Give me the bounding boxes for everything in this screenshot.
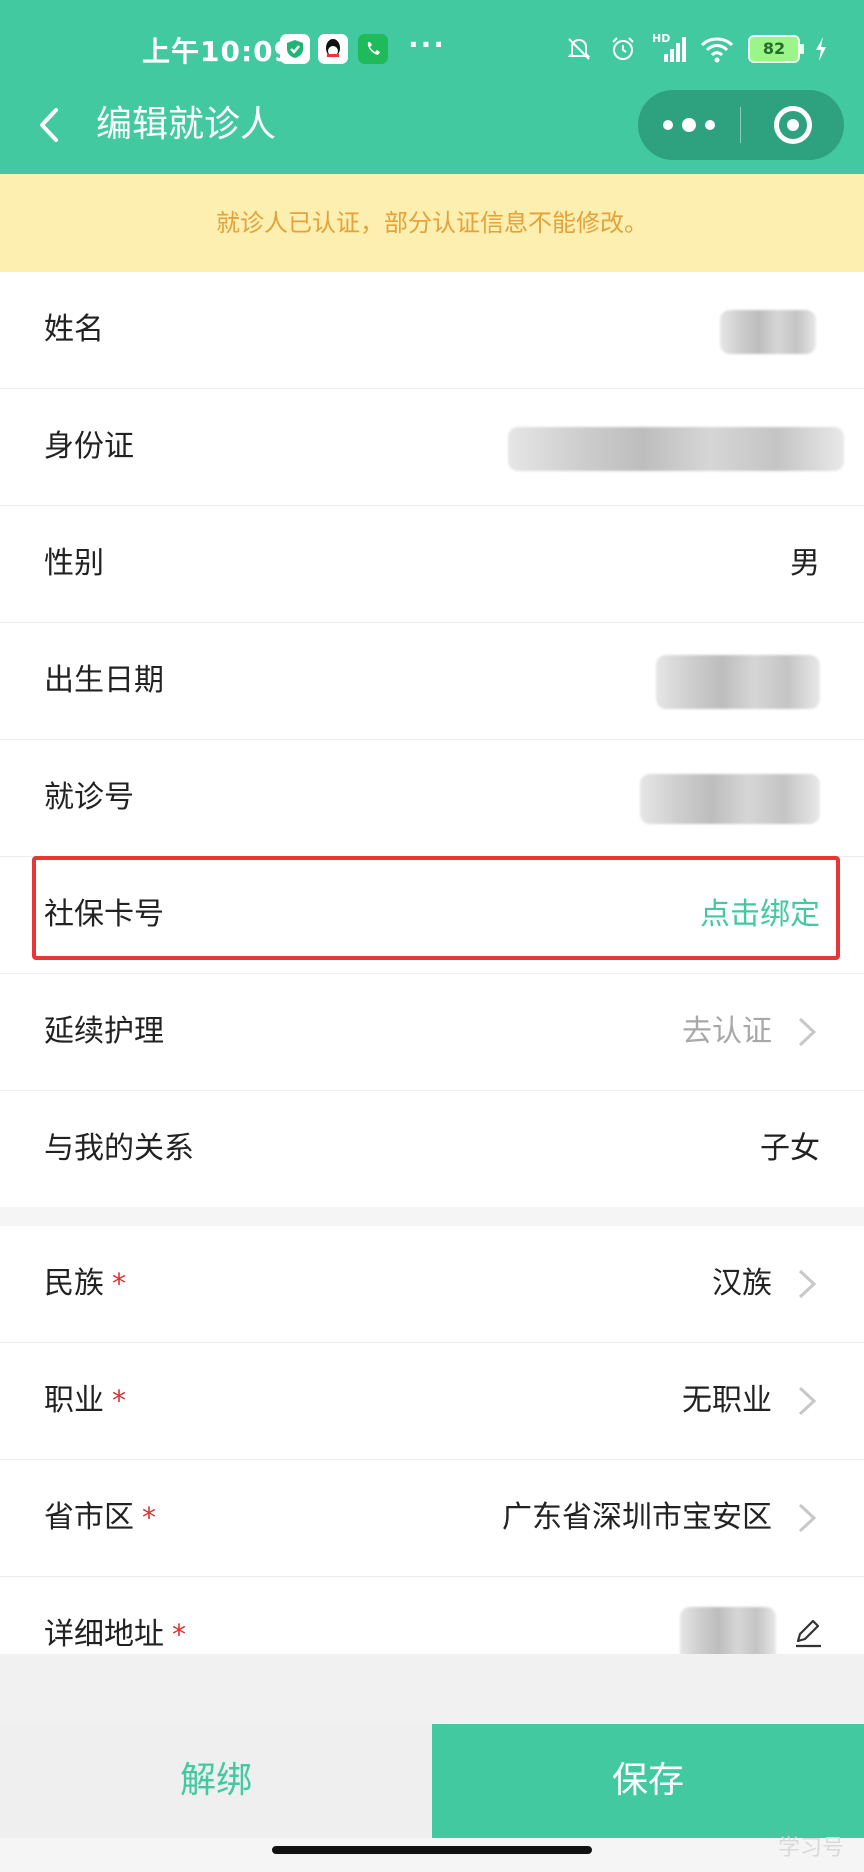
save-button[interactable]: 保存: [432, 1724, 864, 1838]
signal-icon: HD: [652, 32, 686, 64]
wifi-icon: [700, 37, 734, 63]
unbind-button[interactable]: 解绑: [0, 1724, 432, 1838]
field-label: 民族 *: [44, 1226, 126, 1342]
field-label: 省市区 *: [44, 1460, 156, 1576]
field-row-name: 姓名: [0, 272, 864, 389]
field-label-text: 详细地址: [44, 1617, 164, 1652]
field-row-birthdate: 出生日期: [0, 623, 864, 740]
field-value: 广东省深圳市宝安区: [502, 1500, 772, 1535]
close-miniprogram-button[interactable]: [741, 90, 844, 160]
field-row-region[interactable]: 省市区 * 广东省深圳市宝安区: [0, 1460, 864, 1577]
field-row-occupation[interactable]: 职业 * 无职业: [0, 1343, 864, 1460]
field-row-patient-number: 就诊号: [0, 740, 864, 857]
annotation-highlight-box: [32, 856, 840, 960]
field-row-id-card: 身份证: [0, 389, 864, 506]
mute-bell-icon: [567, 38, 591, 60]
field-label: 身份证: [44, 429, 134, 464]
chevron-right-icon: [798, 1386, 817, 1416]
battery-indicator: 82: [748, 35, 804, 63]
verify-link[interactable]: 去认证: [682, 974, 772, 1090]
field-value: 汉族: [712, 1266, 772, 1301]
field-row-address[interactable]: 详细地址 *: [0, 1577, 864, 1654]
required-mark: *: [172, 1618, 186, 1651]
field-label: 就诊号: [44, 780, 134, 815]
security-app-icon: [280, 34, 310, 64]
watermark-text: 学习号: [777, 1836, 844, 1861]
status-bar: 上午10:09 ··· HD 82: [0, 0, 864, 100]
field-value: 子女: [760, 1131, 820, 1166]
edit-pencil-icon[interactable]: [792, 1617, 824, 1649]
verified-notice: 就诊人已认证，部分认证信息不能修改。: [0, 174, 864, 272]
field-label-text: 民族: [44, 1266, 104, 1301]
charging-icon: [816, 37, 826, 61]
redacted-name-value: [720, 310, 816, 354]
page-title: 编辑就诊人: [96, 104, 277, 145]
redacted-id-value: [508, 427, 844, 471]
more-menu-button[interactable]: [638, 90, 740, 160]
back-arrow-icon[interactable]: [30, 100, 70, 150]
required-mark: *: [142, 1501, 156, 1534]
field-label: 与我的关系: [44, 1131, 194, 1166]
home-indicator[interactable]: [272, 1846, 592, 1854]
field-row-relationship: 与我的关系 子女: [0, 1091, 864, 1207]
field-label: 详细地址 *: [44, 1577, 186, 1654]
field-label: 姓名: [44, 312, 104, 347]
dot-icon: [682, 118, 696, 132]
field-row-continued-care[interactable]: 延续护理 去认证: [0, 974, 864, 1091]
dot-icon: [705, 120, 715, 130]
redacted-birthdate-value: [656, 655, 820, 709]
field-row-ethnicity[interactable]: 民族 * 汉族: [0, 1226, 864, 1343]
field-label-text: 省市区: [44, 1500, 134, 1535]
field-label: 职业 *: [44, 1343, 126, 1459]
redacted-patient-number-value: [640, 774, 820, 824]
footer-gap: [0, 1654, 864, 1724]
chevron-right-icon: [798, 1269, 817, 1299]
miniprogram-capsule: [638, 90, 844, 160]
basic-info-group: 姓名 身份证 性别 男 出生日期 就诊号 社保卡号 点击绑定 延续护理 去认证 …: [0, 272, 864, 1207]
qq-app-icon: [318, 34, 348, 64]
chevron-right-icon: [798, 1017, 817, 1047]
field-label-text: 职业: [44, 1383, 104, 1418]
required-mark: *: [112, 1384, 126, 1417]
field-label: 延续护理: [44, 1014, 164, 1049]
status-more-dots: ···: [408, 28, 446, 61]
phone-app-icon: [358, 34, 388, 64]
app-header: 上午10:09 ··· HD 82 编辑就诊人: [0, 0, 864, 174]
chevron-right-icon: [798, 1503, 817, 1533]
extra-info-group: 民族 * 汉族 职业 * 无职业 省市区 * 广东省深圳市宝安区 详细地址 *: [0, 1226, 864, 1654]
status-right-icons: HD 82: [564, 32, 828, 64]
status-time: 上午10:09: [142, 35, 295, 68]
field-value: 男: [790, 546, 820, 581]
dot-icon: [663, 120, 673, 130]
alarm-icon: [612, 37, 634, 60]
target-circle-icon: [773, 106, 812, 144]
field-row-gender: 性别 男: [0, 506, 864, 623]
field-label: 出生日期: [44, 663, 164, 698]
field-value: 无职业: [682, 1383, 772, 1418]
field-label: 性别: [44, 546, 104, 581]
required-mark: *: [112, 1267, 126, 1300]
redacted-address-value: [680, 1607, 776, 1654]
